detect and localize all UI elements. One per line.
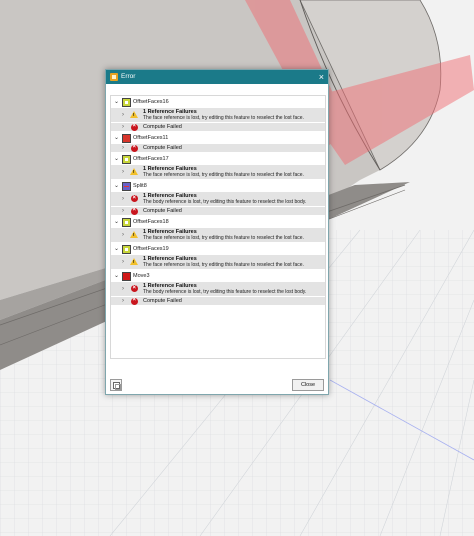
offset-faces-icon bbox=[122, 218, 131, 227]
chevron-right-icon[interactable]: › bbox=[122, 111, 124, 119]
message-row[interactable]: › Compute Failed bbox=[111, 206, 325, 215]
dialog-titlebar[interactable]: Error × bbox=[106, 70, 328, 84]
move-icon bbox=[122, 272, 131, 281]
dialog-title: Error bbox=[121, 73, 136, 80]
feature-row[interactable]: ⌄ Move3 bbox=[111, 271, 325, 281]
error-icon bbox=[131, 143, 138, 152]
message-title: Compute Failed bbox=[143, 207, 182, 214]
chevron-down-icon[interactable]: ⌄ bbox=[114, 182, 119, 190]
feature-name: OffsetFaces11 bbox=[133, 135, 169, 141]
chevron-down-icon[interactable]: ⌄ bbox=[114, 245, 119, 253]
message-text: The face reference is lost, try editing … bbox=[143, 261, 304, 268]
chevron-right-icon[interactable]: › bbox=[122, 144, 124, 152]
message-row[interactable]: › Compute Failed bbox=[111, 143, 325, 152]
feature-row[interactable]: ⌄ OffsetFaces18 bbox=[111, 217, 325, 227]
message-row[interactable]: ›1 Reference FailuresThe body reference … bbox=[111, 192, 325, 206]
chevron-right-icon[interactable]: › bbox=[122, 297, 124, 305]
error-icon bbox=[131, 284, 138, 292]
message-text: The face reference is lost, try editing … bbox=[143, 234, 304, 241]
feature-name: Move3 bbox=[133, 273, 150, 279]
chevron-right-icon[interactable]: › bbox=[122, 168, 124, 176]
feature-row[interactable]: ⌄ OffsetFaces16 bbox=[111, 97, 325, 107]
warning-icon bbox=[130, 231, 138, 238]
offset-faces-error-icon bbox=[122, 134, 131, 143]
chevron-right-icon[interactable]: › bbox=[122, 195, 124, 203]
message-title: Compute Failed bbox=[143, 144, 182, 151]
warning-app-icon bbox=[110, 73, 118, 81]
message-row[interactable]: › Compute Failed bbox=[111, 296, 325, 305]
feature-row[interactable]: ⌄ OffsetFaces11 bbox=[111, 133, 325, 143]
close-button[interactable]: Close bbox=[292, 379, 324, 391]
chevron-right-icon[interactable]: › bbox=[122, 285, 124, 293]
error-icon bbox=[131, 122, 138, 131]
copy-button[interactable] bbox=[110, 379, 122, 391]
feature-error-list[interactable]: ⌄ OffsetFaces16 ›1 Reference FailuresThe f… bbox=[110, 95, 326, 359]
feature-row[interactable]: ⌄ OffsetFaces19 bbox=[111, 244, 325, 254]
close-icon[interactable]: × bbox=[319, 71, 324, 83]
error-icon bbox=[131, 296, 138, 305]
message-title: Compute Failed bbox=[143, 123, 182, 130]
chevron-right-icon[interactable]: › bbox=[122, 258, 124, 266]
offset-faces-icon bbox=[122, 245, 131, 254]
message-text: The face reference is lost, try editing … bbox=[143, 171, 304, 178]
feature-row[interactable]: ⌄ OffsetFaces17 bbox=[111, 154, 325, 164]
message-row[interactable]: ›1 Reference FailuresThe face reference … bbox=[111, 165, 325, 179]
chevron-down-icon[interactable]: ⌄ bbox=[114, 272, 119, 280]
warning-icon bbox=[130, 111, 138, 118]
message-row[interactable]: ›1 Reference FailuresThe face reference … bbox=[111, 108, 325, 122]
error-icon bbox=[131, 194, 138, 202]
chevron-right-icon[interactable]: › bbox=[122, 231, 124, 239]
error-icon bbox=[131, 206, 138, 215]
split-body-icon bbox=[122, 182, 131, 191]
warning-icon bbox=[130, 168, 138, 175]
chevron-down-icon[interactable]: ⌄ bbox=[114, 98, 119, 106]
warning-icon bbox=[130, 258, 138, 265]
feature-name: OffsetFaces16 bbox=[133, 99, 169, 105]
message-row[interactable]: › Compute Failed bbox=[111, 122, 325, 131]
offset-faces-icon bbox=[122, 98, 131, 107]
feature-name: OffsetFaces19 bbox=[133, 246, 169, 252]
chevron-right-icon[interactable]: › bbox=[122, 123, 124, 131]
message-row[interactable]: ›1 Reference FailuresThe face reference … bbox=[111, 228, 325, 242]
chevron-down-icon[interactable]: ⌄ bbox=[114, 218, 119, 226]
feature-row[interactable]: ⌄ Split8 bbox=[111, 181, 325, 191]
message-row[interactable]: ›1 Reference FailuresThe body reference … bbox=[111, 282, 325, 296]
feature-name: OffsetFaces17 bbox=[133, 156, 169, 162]
message-text: The face reference is lost, try editing … bbox=[143, 114, 304, 121]
message-text: The body reference is lost, try editing … bbox=[143, 288, 307, 295]
chevron-right-icon[interactable]: › bbox=[122, 207, 124, 215]
copy-icon bbox=[113, 382, 121, 390]
message-title: Compute Failed bbox=[143, 297, 182, 304]
error-dialog: Error × ⌄ OffsetFaces16 ›1 Reference Failu… bbox=[105, 69, 329, 395]
chevron-down-icon[interactable]: ⌄ bbox=[114, 155, 119, 163]
feature-name: OffsetFaces18 bbox=[133, 219, 169, 225]
feature-name: Split8 bbox=[133, 183, 147, 189]
chevron-down-icon[interactable]: ⌄ bbox=[114, 134, 119, 142]
message-row[interactable]: ›1 Reference FailuresThe face reference … bbox=[111, 255, 325, 269]
message-text: The body reference is lost, try editing … bbox=[143, 198, 307, 205]
offset-faces-icon bbox=[122, 155, 131, 164]
